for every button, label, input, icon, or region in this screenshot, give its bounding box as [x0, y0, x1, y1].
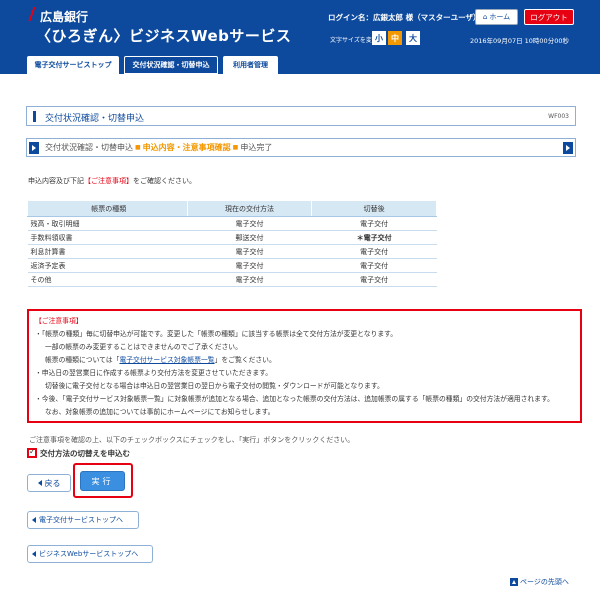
notice-line: ・今後、「電子交付サービス対象帳票一覧」に対象帳票が追加となる場合、追加となった… [35, 395, 554, 403]
document-list-link[interactable]: 電子交付サービス対象帳票一覧 [119, 356, 214, 364]
step-2-active: 申込内容・注意事項確認 [142, 143, 231, 152]
step-separator-icon: ■ [232, 144, 239, 151]
back-button[interactable]: 戻る [27, 474, 71, 492]
table-row: その他 電子交付 電子交付 [27, 272, 437, 287]
header-datetime: 2016年09月07日 10時00分00秒 [470, 37, 569, 45]
tab-denshi-top[interactable]: 電子交付サービストップ [27, 56, 119, 74]
notice-line: 切替後に電子交付となる場合は申込日の翌営業日の翌日から電子交付の閲覧・ダウンロー… [45, 382, 384, 390]
table-header-current: 現在の交付方法 [186, 200, 313, 217]
apply-checkbox[interactable] [27, 447, 37, 458]
page-title: 交付状況確認・切替申込 [45, 114, 145, 124]
notice-line: ・「帳票の種類」毎に切替申込が可能です。変更した「帳票の種類」に該当する帳票は全… [35, 330, 398, 338]
step-arrow-left-icon [29, 142, 39, 154]
notice-line: 帳票の種類については「電子交付サービス対象帳票一覧」をご覧ください。 [45, 356, 276, 364]
login-user-label: ログイン名：広銀太郎 様（マスターユーザ） [328, 13, 481, 22]
notice-box: 【ご注意事項】 ・「帳票の種類」毎に切替申込が可能です。変更した「帳票の種類」に… [27, 309, 582, 423]
fontsize-label: 文字サイズを変更 [330, 37, 378, 44]
tab-status-switch[interactable]: 交付状況確認・切替申込 [124, 56, 218, 74]
back-arrow-icon [32, 551, 36, 557]
notice-line: 一部の帳票のみ変更することはできませんのでご了承ください。 [45, 343, 242, 351]
denshi-top-button[interactable]: 電子交付サービストップへ [27, 511, 139, 529]
fontsize-small-button[interactable]: 小 [372, 31, 386, 45]
notice-line: ・申込日の翌営業日に作成する帳票より交付方法を変更させていただきます。 [35, 369, 273, 377]
confirm-instruction: ご注意事項を確認の上、以下のチェックボックスにチェックをし、「実行」ボタンをクリ… [29, 436, 355, 444]
page-top-link[interactable]: ページの先頭へ [510, 577, 569, 587]
table-row: 手数料領収書 郵送交付 ＊電子交付 [27, 230, 437, 245]
notice-heading: 【ご注意事項】 [35, 317, 83, 325]
business-top-button[interactable]: ビジネスWebサービストップへ [27, 545, 153, 563]
step-indicator: 交付状況確認・切替申込 ■ 申込内容・注意事項確認 ■ 申込完了 [26, 138, 576, 157]
service-name: 〈ひろぎん〉ビジネスWebサービス [36, 27, 292, 45]
execute-button[interactable]: 実行 [80, 471, 125, 491]
step-arrow-right-icon [563, 142, 573, 154]
document-table: 帳票の種類 現在の交付方法 切替後 残高・取引明細 電子交付 電子交付 手数料領… [27, 200, 437, 287]
header-bar: 広島銀行 〈ひろぎん〉ビジネスWebサービス ログイン名：広銀太郎 様（マスター… [0, 0, 600, 52]
intro-text: 申込内容及び下記【ご注意事項】をご確認ください。 [28, 177, 196, 185]
table-header-type: 帳票の種類 [27, 200, 188, 217]
page-title-box: 交付状況確認・切替申込 WF003 [26, 106, 576, 126]
table-row: 利息計算書 電子交付 電子交付 [27, 244, 437, 259]
table-row: 返済予定表 電子交付 電子交付 [27, 258, 437, 273]
home-button-label: ホーム [489, 13, 511, 21]
table-header-after: 切替後 [311, 200, 437, 217]
apply-checkbox-row[interactable]: 交付方法の切替えを申込む [27, 447, 130, 459]
page-code: WF003 [548, 113, 569, 120]
bank-name: 広島銀行 [40, 10, 89, 24]
notice-line: なお、対象帳票の追加については事前にホームページにてお知らせします。 [45, 408, 275, 416]
step-3: 申込完了 [240, 143, 273, 152]
step-separator-icon: ■ [135, 144, 141, 151]
tab-user-management[interactable]: 利用者管理 [223, 56, 278, 74]
back-arrow-icon [37, 480, 42, 486]
home-button[interactable]: ⌂ ホーム [475, 9, 518, 25]
table-row: 残高・取引明細 電子交付 電子交付 [27, 216, 437, 231]
arrow-up-icon [510, 578, 518, 586]
home-icon: ⌂ [482, 13, 488, 21]
apply-checkbox-label[interactable]: 交付方法の切替えを申込む [40, 448, 130, 459]
step-1: 交付状況確認・切替申込 [45, 143, 133, 152]
fontsize-large-button[interactable]: 大 [406, 31, 420, 45]
logout-button[interactable]: ログアウト [524, 9, 574, 25]
fontsize-medium-button[interactable]: 中 [388, 31, 402, 45]
back-arrow-icon [32, 517, 36, 523]
